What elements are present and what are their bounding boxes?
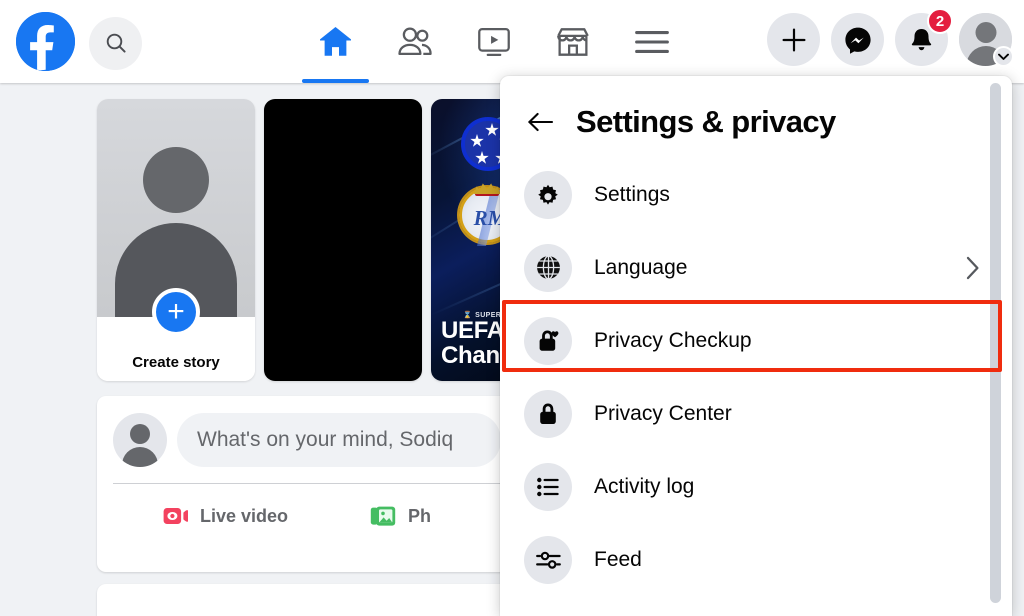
facebook-logo[interactable] — [16, 12, 75, 71]
sliders-icon — [524, 535, 572, 584]
tab-marketplace[interactable] — [533, 0, 612, 83]
create-button[interactable] — [767, 13, 820, 66]
composer-avatar[interactable] — [113, 413, 167, 467]
tab-video[interactable] — [454, 0, 533, 83]
create-story-avatar-head — [143, 147, 209, 213]
menu-item-privacy-center[interactable]: Privacy Center — [500, 377, 1012, 450]
composer-actions: Live video Ph — [97, 484, 517, 536]
friends-icon — [397, 26, 432, 55]
lock-heart-icon — [524, 316, 572, 365]
home-icon — [320, 27, 351, 56]
nav-tabs — [296, 0, 691, 83]
top-navigation-bar: 2 — [0, 0, 1024, 83]
gear-icon — [524, 170, 572, 219]
menu-item-label: Activity log — [594, 474, 695, 498]
messenger-icon — [844, 27, 871, 54]
search-button[interactable] — [89, 16, 142, 70]
story-card-create[interactable]: + Create story — [97, 99, 255, 381]
story-card-blank[interactable] — [264, 99, 422, 381]
composer-photo-video-button[interactable]: Ph — [356, 496, 445, 536]
settings-menu-list: Settings Language Privacy Checkup Privac… — [500, 150, 1012, 596]
menu-item-label: Language — [594, 255, 688, 279]
composer-top-row: What's on your mind, Sodiq — [97, 396, 517, 467]
tab-home[interactable] — [296, 0, 375, 83]
back-button[interactable] — [526, 107, 556, 137]
nav-right-group: 2 — [767, 8, 1014, 67]
menu-item-settings[interactable]: Settings — [500, 158, 1012, 231]
chevron-down-icon — [998, 53, 1009, 60]
panel-title: Settings & privacy — [576, 104, 836, 139]
composer-avatar-body — [122, 447, 158, 467]
globe-icon — [524, 243, 572, 292]
composer-photo-video-label: Ph — [408, 505, 432, 526]
video-icon — [477, 27, 510, 56]
post-composer: What's on your mind, Sodiq Live video Ph — [97, 396, 517, 572]
account-avatar-button[interactable] — [959, 13, 1014, 67]
create-story-plus-icon[interactable]: + — [152, 288, 200, 336]
lock-icon — [524, 389, 572, 438]
menu-item-feed[interactable]: Feed — [500, 523, 1012, 596]
menu-item-label: Settings — [594, 182, 670, 206]
list-icon — [524, 462, 572, 511]
facebook-app-screen: 2 + Create story RM ⌛ SUPER UEFA Chan Wh… — [0, 0, 1024, 616]
chevron-right-icon[interactable] — [964, 254, 982, 282]
composer-avatar-head — [130, 424, 150, 444]
nav-left-group — [16, 12, 142, 71]
search-icon — [106, 33, 126, 53]
tab-menu[interactable] — [612, 0, 691, 83]
menu-item-label: Feed — [594, 547, 642, 571]
composer-input[interactable]: What's on your mind, Sodiq — [177, 413, 501, 467]
hamburger-menu-icon — [634, 30, 669, 53]
back-arrow-icon — [528, 112, 554, 132]
account-chevron[interactable] — [993, 46, 1014, 67]
live-video-icon — [163, 508, 188, 524]
create-story-label: Create story — [132, 354, 220, 371]
avatar-head — [975, 22, 996, 43]
tab-active-indicator — [302, 79, 369, 83]
composer-live-video-button[interactable]: Live video — [149, 497, 302, 535]
panel-scrollbar[interactable] — [990, 83, 1001, 603]
photo-video-icon — [370, 506, 396, 526]
tab-friends[interactable] — [375, 0, 454, 83]
panel-header: Settings & privacy — [500, 76, 1012, 150]
feed-post-card — [97, 584, 517, 616]
plus-icon — [781, 27, 805, 51]
menu-item-language[interactable]: Language — [500, 231, 1012, 304]
marketplace-icon — [556, 27, 589, 56]
news-feed-column: + Create story RM ⌛ SUPER UEFA Chan What… — [0, 83, 520, 616]
composer-live-video-label: Live video — [200, 505, 289, 526]
create-story-thumbnail — [97, 99, 255, 317]
messenger-button[interactable] — [831, 13, 884, 66]
menu-item-activity-log[interactable]: Activity log — [500, 450, 1012, 523]
settings-privacy-dropdown: Settings & privacy Settings Language Pri… — [500, 76, 1012, 616]
notification-badge: 2 — [927, 8, 953, 34]
menu-item-label: Privacy Checkup — [594, 328, 752, 352]
stories-tray: + Create story RM ⌛ SUPER UEFA Chan — [97, 99, 520, 381]
menu-item-privacy-checkup[interactable]: Privacy Checkup — [500, 300, 1012, 377]
notifications-button[interactable]: 2 — [895, 8, 953, 66]
menu-item-label: Privacy Center — [594, 401, 732, 425]
